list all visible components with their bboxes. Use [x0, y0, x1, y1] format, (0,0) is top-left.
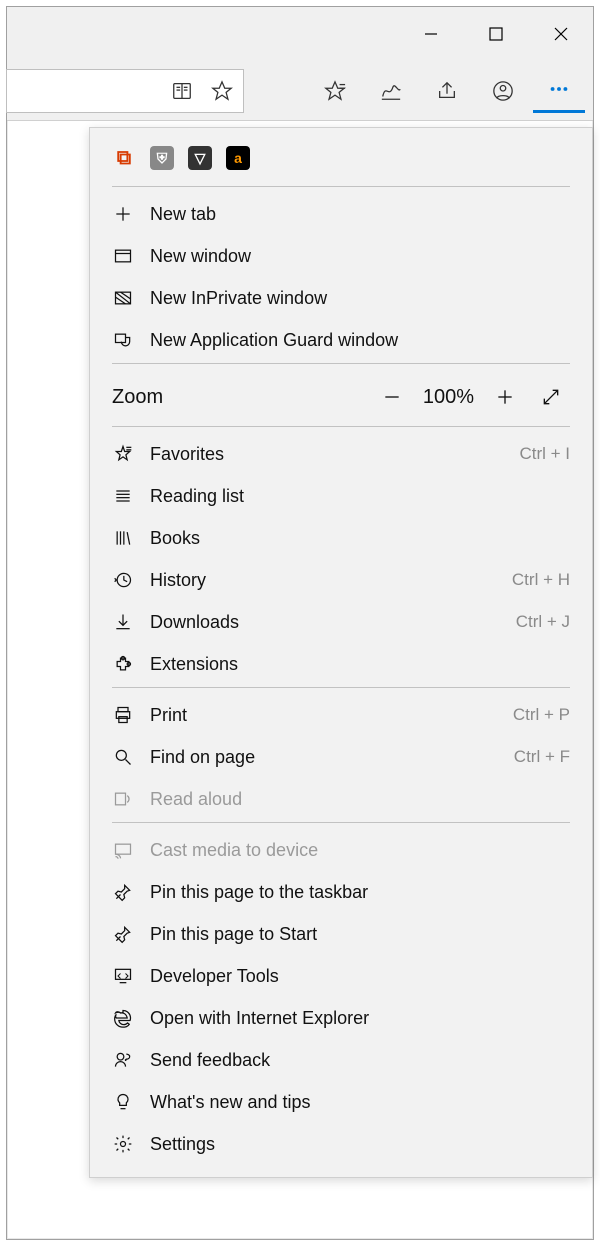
menu-divider — [112, 186, 570, 187]
fullscreen-button[interactable] — [532, 378, 570, 416]
menu-item-settings[interactable]: Settings — [90, 1123, 592, 1165]
menu-item-label: New tab — [150, 204, 570, 225]
menu-divider — [112, 363, 570, 364]
minimize-button[interactable] — [398, 7, 463, 61]
download-icon — [112, 611, 134, 633]
cast-icon — [112, 839, 134, 861]
guard-icon — [112, 329, 134, 351]
menu-item-label: Open with Internet Explorer — [150, 1008, 570, 1029]
menu-item-label: Favorites — [150, 444, 503, 465]
toolbar — [7, 61, 593, 121]
zoom-out-button[interactable] — [373, 378, 411, 416]
menu-divider — [112, 687, 570, 688]
star-burst-icon — [112, 443, 134, 465]
menu-item-label: Settings — [150, 1134, 570, 1155]
menu-item-label: Books — [150, 528, 570, 549]
menu-item-feedback[interactable]: Send feedback — [90, 1039, 592, 1081]
browser-window: ⧉ ⛨ ▽ a New tab New window New InPrivate… — [6, 6, 594, 1240]
ie-icon — [112, 1007, 134, 1029]
menu-item-label: Downloads — [150, 612, 500, 633]
extension-row: ⧉ ⛨ ▽ a — [90, 128, 592, 184]
bulb-icon — [112, 1091, 134, 1113]
menu-divider — [112, 822, 570, 823]
menu-item-label: New Application Guard window — [150, 330, 570, 351]
menu-item-label: New window — [150, 246, 570, 267]
menu-item-cast: Cast media to device — [90, 829, 592, 871]
menu-item-label: Find on page — [150, 747, 498, 768]
menu-item-label: Print — [150, 705, 497, 726]
menu-item-pin-start[interactable]: Pin this page to Start — [90, 913, 592, 955]
more-menu-button[interactable] — [533, 69, 585, 113]
menu-item-devtools[interactable]: Developer Tools — [90, 955, 592, 997]
menu-item-favorites[interactable]: Favorites Ctrl + I — [90, 433, 592, 475]
reading-list-icon — [112, 485, 134, 507]
menu-item-new-tab[interactable]: New tab — [90, 193, 592, 235]
maximize-button[interactable] — [463, 7, 528, 61]
devtools-icon — [112, 965, 134, 987]
search-icon — [112, 746, 134, 768]
menu-item-label: New InPrivate window — [150, 288, 570, 309]
menu-divider — [112, 426, 570, 427]
feedback-icon — [112, 1049, 134, 1071]
menu-item-reading-list[interactable]: Reading list — [90, 475, 592, 517]
menu-item-label: What's new and tips — [150, 1092, 570, 1113]
favorite-star-icon[interactable] — [207, 69, 237, 113]
title-bar — [7, 7, 593, 61]
extension-ublock-icon[interactable]: ⛨ — [150, 146, 174, 170]
extension-amazon-icon[interactable]: a — [226, 146, 250, 170]
menu-item-shortcut: Ctrl + H — [512, 570, 570, 590]
menu-item-pin-taskbar[interactable]: Pin this page to the taskbar — [90, 871, 592, 913]
menu-item-read-aloud: Read aloud — [90, 778, 592, 820]
menu-item-label: Reading list — [150, 486, 570, 507]
profile-icon[interactable] — [477, 69, 529, 113]
menu-item-extensions[interactable]: Extensions — [90, 643, 592, 685]
menu-item-label: Cast media to device — [150, 840, 570, 861]
menu-item-shortcut: Ctrl + J — [516, 612, 570, 632]
menu-item-label: Developer Tools — [150, 966, 570, 987]
menu-item-downloads[interactable]: Downloads Ctrl + J — [90, 601, 592, 643]
pin-icon — [112, 923, 134, 945]
menu-item-new-window[interactable]: New window — [90, 235, 592, 277]
menu-item-open-ie[interactable]: Open with Internet Explorer — [90, 997, 592, 1039]
gear-icon — [112, 1133, 134, 1155]
extension-office-icon[interactable]: ⧉ — [112, 146, 136, 170]
extension-pocket-icon[interactable]: ▽ — [188, 146, 212, 170]
history-icon — [112, 569, 134, 591]
books-icon — [112, 527, 134, 549]
close-button[interactable] — [528, 7, 593, 61]
menu-item-inprivate[interactable]: New InPrivate window — [90, 277, 592, 319]
zoom-value: 100% — [423, 386, 474, 409]
menu-item-shortcut: Ctrl + F — [514, 747, 570, 767]
print-icon — [112, 704, 134, 726]
plus-icon — [112, 203, 134, 225]
menu-zoom-row: Zoom 100% — [90, 370, 592, 424]
menu-item-shortcut: Ctrl + I — [519, 444, 570, 464]
menu-item-shortcut: Ctrl + P — [513, 705, 570, 725]
menu-item-label: Pin this page to Start — [150, 924, 570, 945]
more-menu: ⧉ ⛨ ▽ a New tab New window New InPrivate… — [89, 127, 593, 1178]
puzzle-icon — [112, 653, 134, 675]
zoom-in-button[interactable] — [486, 378, 524, 416]
reading-view-icon[interactable] — [167, 69, 197, 113]
notes-icon[interactable] — [365, 69, 417, 113]
menu-item-app-guard[interactable]: New Application Guard window — [90, 319, 592, 361]
menu-item-whatsnew[interactable]: What's new and tips — [90, 1081, 592, 1123]
favorites-hub-icon[interactable] — [309, 69, 361, 113]
menu-item-label: Extensions — [150, 654, 570, 675]
window-icon — [112, 245, 134, 267]
menu-item-books[interactable]: Books — [90, 517, 592, 559]
share-icon[interactable] — [421, 69, 473, 113]
pin-icon — [112, 881, 134, 903]
menu-item-label: Read aloud — [150, 789, 570, 810]
menu-item-history[interactable]: History Ctrl + H — [90, 559, 592, 601]
menu-item-label: History — [150, 570, 496, 591]
menu-item-print[interactable]: Print Ctrl + P — [90, 694, 592, 736]
zoom-label: Zoom — [112, 386, 365, 409]
menu-item-find[interactable]: Find on page Ctrl + F — [90, 736, 592, 778]
address-bar[interactable] — [6, 69, 244, 113]
read-aloud-icon — [112, 788, 134, 810]
menu-item-label: Pin this page to the taskbar — [150, 882, 570, 903]
inprivate-icon — [112, 287, 134, 309]
menu-item-label: Send feedback — [150, 1050, 570, 1071]
